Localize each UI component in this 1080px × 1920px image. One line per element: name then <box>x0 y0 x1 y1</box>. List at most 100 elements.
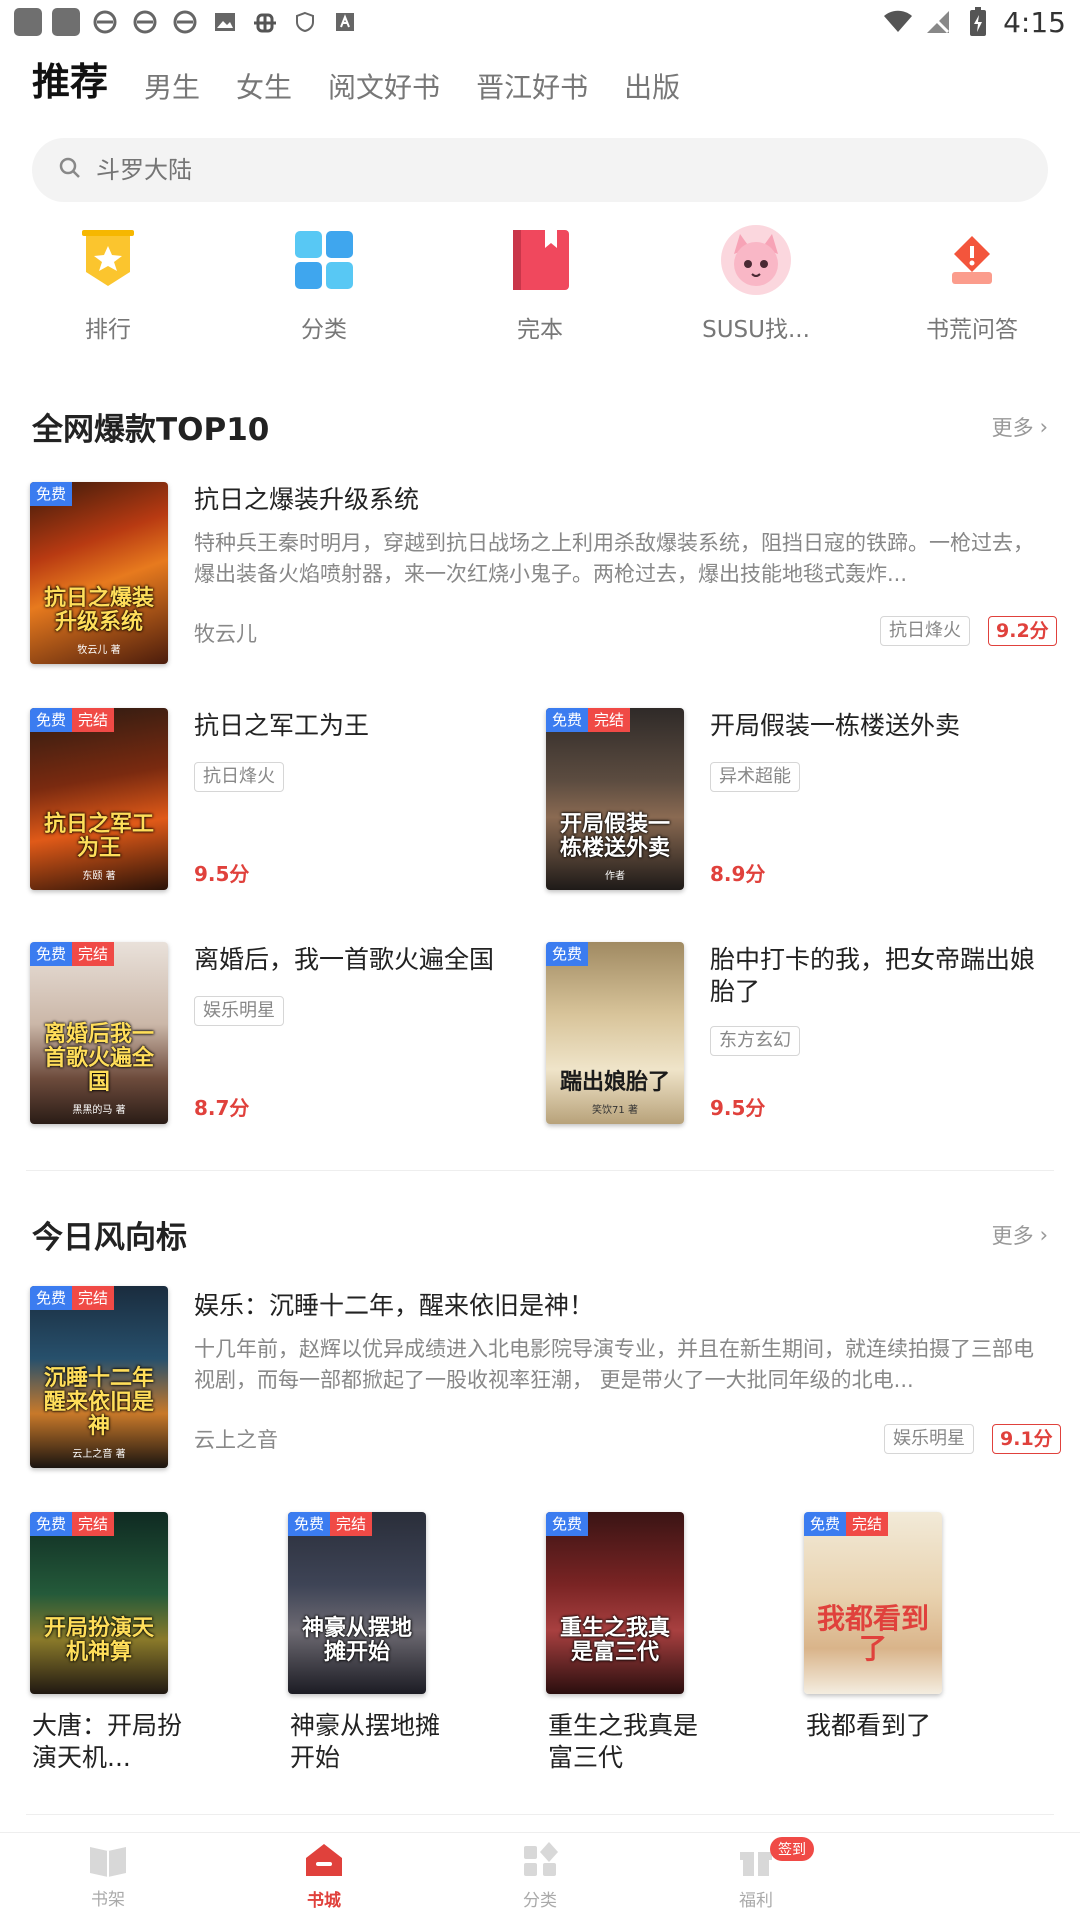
quick-completed[interactable]: 完本 <box>432 224 648 344</box>
completed-badge: 完结 <box>588 708 631 732</box>
book-title[interactable]: 神豪从摆地摊开始 <box>290 1710 450 1774</box>
search-input[interactable] <box>96 156 896 184</box>
image-icon <box>210 7 240 37</box>
cover-art <box>30 1512 168 1694</box>
book-title[interactable]: 我都看到了 <box>806 1710 966 1742</box>
completed-badge: 完结 <box>846 1512 889 1536</box>
book-title[interactable]: 大唐：开局扮演天机... <box>32 1710 192 1774</box>
nav-label: 书城 <box>307 1891 341 1911</box>
notification-icons <box>14 7 360 37</box>
score: 9.5分 <box>194 862 250 886</box>
tab-recommend[interactable]: 推荐 <box>32 51 108 106</box>
cover-author: 作者 <box>605 871 625 882</box>
cover-badges: 免费 完结 <box>546 708 631 732</box>
score: 9.5分 <box>710 1096 766 1120</box>
cover-title: 开局假装一栋楼送外卖 <box>559 811 670 861</box>
section-divider <box>26 1170 1054 1171</box>
free-badge: 免费 <box>30 708 73 732</box>
cover-title: 踹出娘胎了 <box>559 1069 670 1095</box>
tab-yuewen[interactable]: 阅文好书 <box>328 66 440 106</box>
quick-susu[interactable]: SUSU找... <box>648 224 864 344</box>
nav-bookshelf[interactable]: 书架 <box>0 1833 216 1920</box>
book-title[interactable]: 娱乐：沉睡十二年，醒来依旧是神！ <box>194 1290 594 1322</box>
shield-icon <box>290 7 320 37</box>
book-cover[interactable]: 开局假装一栋楼送外卖 作者 免费 完结 <box>546 708 684 890</box>
book-cover[interactable]: 抗日之爆装升级系统 牧云儿 著 免费 <box>30 482 168 664</box>
tab-male[interactable]: 男生 <box>144 66 200 106</box>
book-cover[interactable]: 开局扮演天机神算 免费 完结 <box>30 1512 168 1694</box>
quick-qa[interactable]: 书荒问答 <box>864 224 1080 344</box>
ranking-icon <box>72 224 144 296</box>
wifi-icon <box>883 7 913 37</box>
cover-author: 笑饮71 著 <box>592 1105 638 1116</box>
cover-art <box>546 1512 684 1694</box>
quick-entry-row: 排行 分类 完本 SUSU找... 书荒问答 <box>0 224 1080 344</box>
sign-in-badge[interactable]: 签到 <box>770 1837 814 1861</box>
quick-label: 排行 <box>85 317 131 343</box>
cover-badges: 免费 <box>30 482 73 506</box>
tab-female[interactable]: 女生 <box>236 66 292 106</box>
section-title: 全网爆款TOP10 <box>32 412 270 448</box>
quick-category[interactable]: 分类 <box>216 224 432 344</box>
app-notification-icon <box>52 8 80 36</box>
bookstore-icon <box>304 1842 344 1882</box>
completed-badge: 完结 <box>72 1286 115 1310</box>
book-title[interactable]: 抗日之军工为王 <box>194 710 504 742</box>
free-badge: 免费 <box>546 942 589 966</box>
clock: 4:15 <box>1003 5 1066 39</box>
quick-label: 分类 <box>301 317 347 343</box>
book-title[interactable]: 开局假装一栋楼送外卖 <box>710 710 1050 742</box>
book-title[interactable]: 胎中打卡的我，把女帝踹出娘胎了 <box>710 944 1054 1008</box>
quick-label: 完本 <box>517 317 563 343</box>
genre-tag: 抗日烽火 <box>880 616 970 646</box>
book-cover[interactable]: 踹出娘胎了 笑饮71 著 免费 <box>546 942 684 1124</box>
browser-icon <box>130 7 160 37</box>
qa-icon <box>936 224 1008 296</box>
bug-icon <box>250 7 280 37</box>
cover-badges: 免费 完结 <box>288 1512 373 1536</box>
book-cover[interactable]: 离婚后我一首歌火遍全国 黑黑的马 著 免费 完结 <box>30 942 168 1124</box>
completed-book-icon <box>504 224 576 296</box>
tab-publish[interactable]: 出版 <box>624 66 680 106</box>
more-link[interactable]: 更多 › <box>992 1220 1048 1250</box>
bottom-navigation: 书架 书城 分类 福利 签到 <box>0 1832 1080 1920</box>
book-title[interactable]: 重生之我真是富三代 <box>548 1710 708 1774</box>
category-tabs: 推荐 男生 女生 阅文好书 晋江好书 出版 <box>32 56 680 106</box>
book-cover[interactable]: 重生之我真是富三代 免费 <box>546 1512 684 1694</box>
cover-author: 牧云儿 著 <box>77 645 121 656</box>
cover-art <box>30 482 168 664</box>
cover-title: 沉睡十二年醒来依旧是神 <box>43 1365 154 1439</box>
cover-art <box>30 708 168 890</box>
tab-jinjiang[interactable]: 晋江好书 <box>476 66 588 106</box>
cover-badges: 免费 <box>546 942 589 966</box>
score-badge: 9.2分 <box>988 616 1057 646</box>
cover-badges: 免费 完结 <box>30 942 115 966</box>
susu-avatar-icon <box>720 224 792 296</box>
book-cover[interactable]: 我都看到了 免费 完结 <box>804 1512 942 1694</box>
gift-icon <box>738 1842 774 1882</box>
category-icon <box>522 1842 558 1882</box>
genre-tag: 娱乐明星 <box>194 996 284 1026</box>
browser-icon <box>90 7 120 37</box>
nav-category[interactable]: 分类 <box>432 1833 648 1920</box>
search-bar[interactable] <box>32 138 1048 202</box>
book-title[interactable]: 抗日之爆装升级系统 <box>194 484 419 516</box>
nav-welfare[interactable]: 福利 签到 <box>648 1833 864 1920</box>
quick-label: SUSU找... <box>702 317 810 343</box>
completed-badge: 完结 <box>72 942 115 966</box>
free-badge: 免费 <box>546 708 589 732</box>
book-title[interactable]: 离婚后，我一首歌火遍全国 <box>194 944 524 976</box>
genre-tag: 抗日烽火 <box>194 762 284 792</box>
nav-bookstore[interactable]: 书城 <box>216 1833 432 1920</box>
free-badge: 免费 <box>30 482 73 506</box>
book-cover[interactable]: 神豪从摆地摊开始 免费 完结 <box>288 1512 426 1694</box>
book-description: 特种兵王秦时明月，穿越到抗日战场之上利用杀敌爆装系统，阻挡日寇的铁蹄。一枪过去，… <box>194 531 1034 586</box>
cover-badges: 免费 完结 <box>30 1512 115 1536</box>
cover-badges: 免费 完结 <box>30 1286 115 1310</box>
quick-label: 书荒问答 <box>926 317 1018 343</box>
bookshelf-icon <box>88 1843 128 1881</box>
quick-ranking[interactable]: 排行 <box>0 224 216 344</box>
book-cover[interactable]: 沉睡十二年醒来依旧是神 云上之音 著 免费 完结 <box>30 1286 168 1468</box>
book-cover[interactable]: 抗日之军工为王 东颐 著 免费 完结 <box>30 708 168 890</box>
more-link[interactable]: 更多 › <box>992 412 1048 442</box>
